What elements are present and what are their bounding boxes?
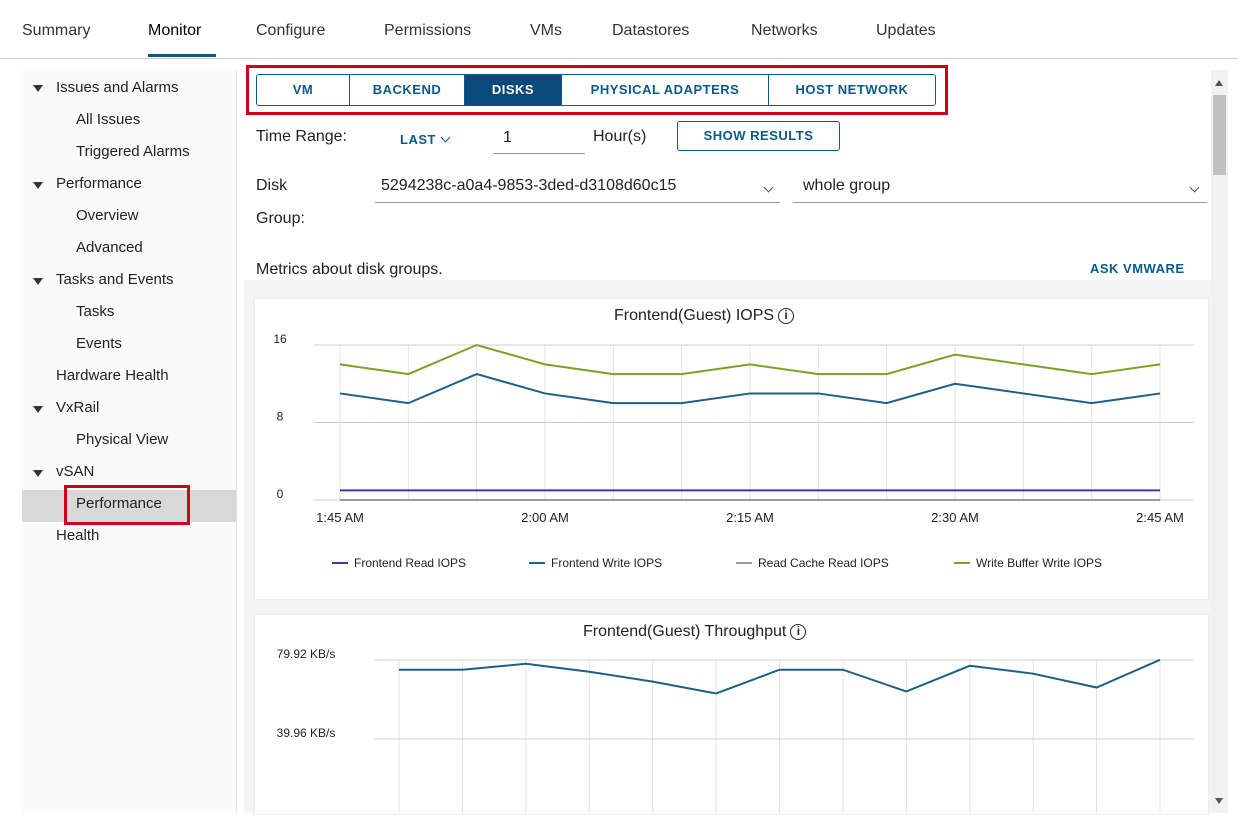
chevron-down-icon — [440, 132, 451, 143]
scrollbar-thumb[interactable] — [1213, 95, 1226, 175]
info-icon[interactable]: i — [790, 623, 807, 640]
tab-updates[interactable]: Updates — [876, 22, 936, 40]
disk-group-label-2: Group: — [256, 210, 305, 227]
disk-group-select[interactable]: 5294238c-a0a4-9853-3ded-d3108d60c15 — [375, 172, 780, 203]
legend-label: Read Cache Read IOPS — [758, 556, 889, 570]
caret-down-icon[interactable] — [33, 278, 43, 285]
throughput-chart-title-text: Frontend(Guest) Throughput — [583, 623, 787, 640]
sidebar-item-all-issues[interactable]: All Issues — [76, 111, 140, 128]
y-tick-label: 39.96 KB/s — [277, 726, 336, 740]
highlight-box — [246, 65, 948, 115]
y-tick-label: 79.92 KB/s — [277, 647, 336, 661]
chevron-down-icon — [1189, 182, 1200, 193]
time-range-label: Time Range: — [256, 128, 347, 145]
top-nav: Summary Monitor Configure Permissions VM… — [0, 0, 1238, 59]
x-tick-label: 2:45 AM — [1136, 510, 1184, 525]
tab-configure[interactable]: Configure — [256, 22, 325, 40]
info-icon[interactable]: i — [778, 307, 795, 324]
range-value-input[interactable]: 1 — [493, 125, 585, 154]
sidebar-item-vxrail[interactable]: VxRail — [56, 399, 99, 416]
highlight-box — [64, 485, 190, 525]
iops-chart: 16 8 0 1:45 AM 2:00 AM 2:15 AM 2:30 AM 2:45 AM F… — [273, 332, 1194, 570]
x-tick-label: 1:45 AM — [316, 510, 364, 525]
scope-value: whole group — [803, 177, 891, 194]
sidebar-item-events[interactable]: Events — [76, 335, 122, 352]
scroll-down-icon[interactable] — [1215, 798, 1223, 804]
scope-select[interactable]: whole group — [793, 172, 1207, 203]
tab-summary[interactable]: Summary — [22, 22, 90, 40]
scroll-up-icon[interactable] — [1215, 80, 1223, 86]
sidebar-item-tasks[interactable]: Tasks — [76, 303, 114, 320]
x-tick-label: 2:15 AM — [726, 510, 774, 525]
x-tick-label: 2:30 AM — [931, 510, 979, 525]
metrics-description: Metrics about disk groups. — [256, 261, 443, 278]
sidebar-item-issues-alarms[interactable]: Issues and Alarms — [56, 79, 179, 96]
range-unit-label: Hour(s) — [593, 128, 647, 145]
sidebar-item-physical-view[interactable]: Physical View — [76, 431, 168, 448]
tab-vms[interactable]: VMs — [530, 22, 562, 40]
tab-monitor[interactable]: Monitor — [148, 22, 201, 40]
tab-networks[interactable]: Networks — [751, 22, 818, 40]
y-tick-label: 8 — [277, 410, 284, 424]
y-tick-label: 0 — [277, 487, 284, 501]
caret-down-icon[interactable] — [33, 182, 43, 189]
active-tab-indicator — [148, 54, 216, 57]
x-tick-label: 2:00 AM — [521, 510, 569, 525]
disk-group-value: 5294238c-a0a4-9853-3ded-d3108d60c15 — [381, 177, 677, 194]
tab-permissions[interactable]: Permissions — [384, 22, 471, 40]
throughput-chart-title: Frontend(Guest) Throughput i — [583, 623, 807, 641]
range-select-value: LAST — [400, 132, 436, 147]
iops-chart-title: Frontend(Guest) IOPS i — [614, 307, 795, 325]
chevron-down-icon — [763, 182, 774, 193]
ask-vmware-link[interactable]: ASK VMWARE — [1090, 261, 1185, 276]
disk-group-label: Disk — [256, 177, 288, 194]
y-tick-label: 16 — [273, 332, 287, 346]
legend-label: Write Buffer Write IOPS — [976, 556, 1102, 570]
range-select[interactable]: LAST — [400, 132, 451, 147]
throughput-chart: 79.92 KB/s 39.96 KB/s — [277, 647, 1194, 813]
tab-datastores[interactable]: Datastores — [612, 22, 689, 40]
vertical-scrollbar[interactable] — [1211, 70, 1228, 813]
sidebar-item-hardware-health[interactable]: Hardware Health — [56, 367, 169, 384]
caret-down-icon[interactable] — [33, 406, 43, 413]
legend-label: Frontend Write IOPS — [551, 556, 662, 570]
sidebar-item-triggered-alarms[interactable]: Triggered Alarms — [76, 143, 190, 160]
sidebar-item-tasks-events[interactable]: Tasks and Events — [56, 271, 174, 288]
show-results-button[interactable]: SHOW RESULTS — [677, 121, 840, 151]
sidebar-item-health[interactable]: Health — [56, 527, 99, 544]
sidebar-item-vsan[interactable]: vSAN — [56, 463, 94, 480]
iops-chart-title-text: Frontend(Guest) IOPS — [614, 307, 775, 324]
sidebar-item-performance[interactable]: Performance — [56, 175, 142, 192]
caret-down-icon[interactable] — [33, 470, 43, 477]
legend-label: Frontend Read IOPS — [354, 556, 466, 570]
range-value-text: 1 — [503, 129, 512, 146]
sidebar-item-overview[interactable]: Overview — [76, 207, 139, 224]
sidebar-item-advanced[interactable]: Advanced — [76, 239, 143, 256]
caret-down-icon[interactable] — [33, 85, 43, 92]
